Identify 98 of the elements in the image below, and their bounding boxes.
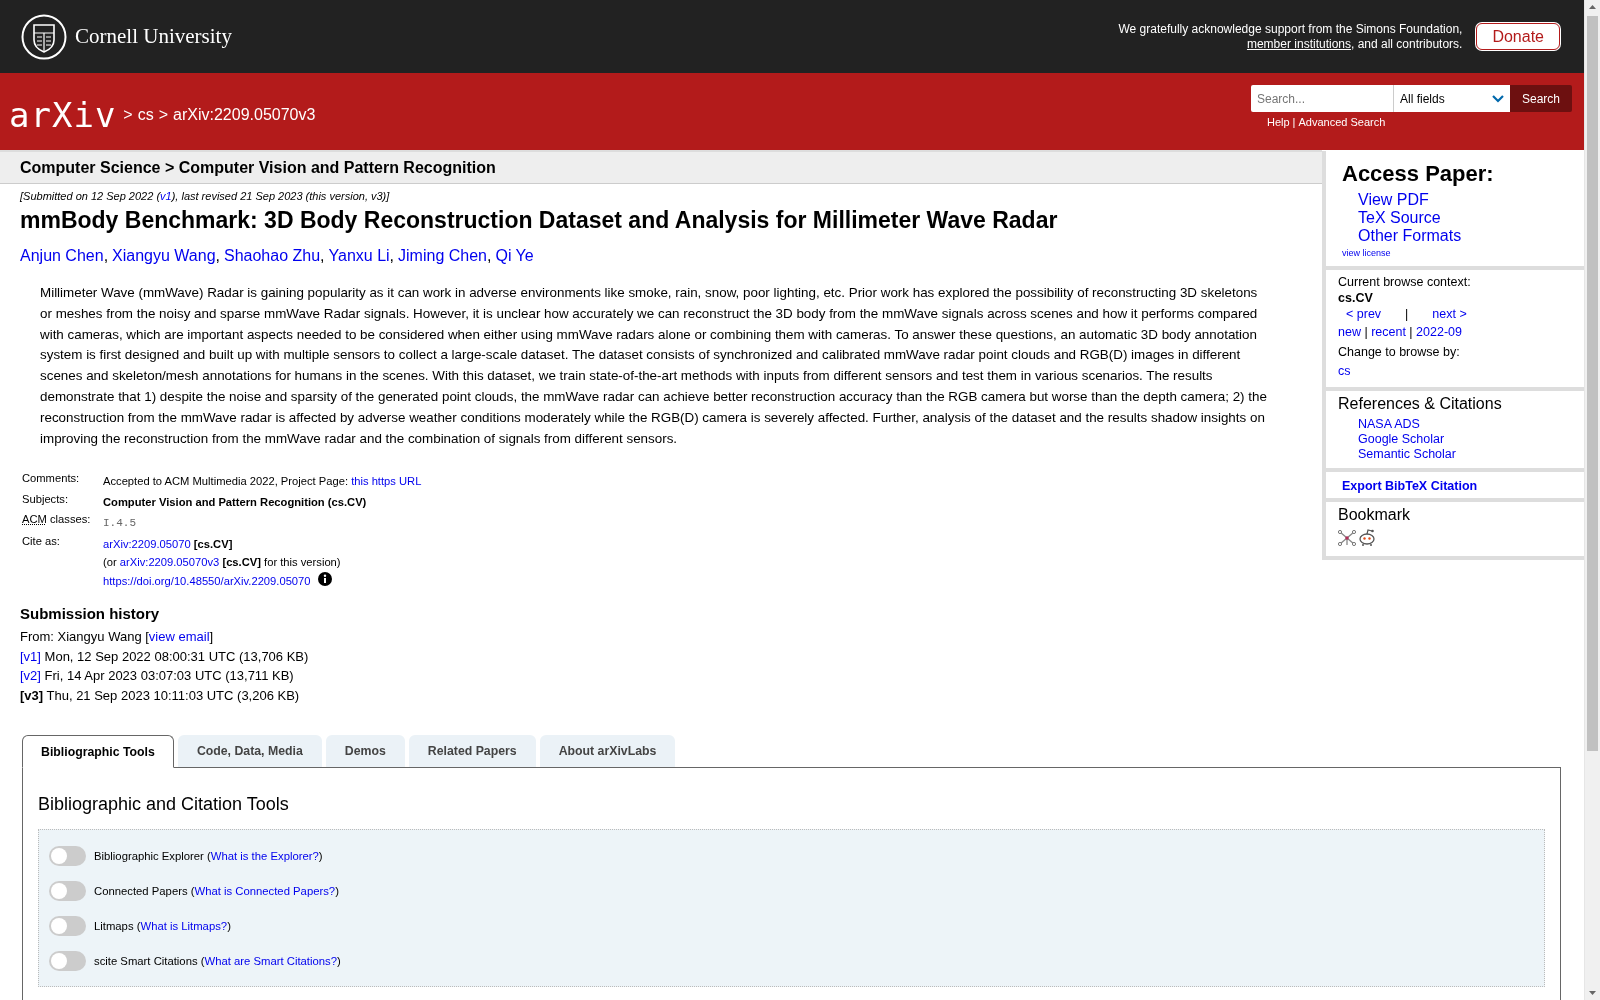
acknowledgement-text: We gratefully acknowledge support from the Simons Foundation, member institutions, and all contributors. <box>1117 21 1463 52</box>
version-link[interactable]: v1 <box>160 190 172 202</box>
breadcrumb-link[interactable]: arXiv:2209.05070v3 <box>173 105 316 124</box>
browse-context: cs.CV <box>1338 290 1374 306</box>
list-link[interactable]: recent <box>1371 325 1406 339</box>
list-link[interactable]: new <box>1338 325 1361 339</box>
tab[interactable]: Demos <box>325 735 405 768</box>
text-link[interactable]: https://doi.org/10.48550/arXiv.2209.05070 <box>103 574 311 587</box>
text-link[interactable]: arXiv:2209.05070v3 <box>119 556 220 569</box>
search-field[interactable]: Search... <box>1250 85 1393 112</box>
format-link[interactable]: TeX Source <box>1358 209 1441 227</box>
author-link[interactable]: Xiangyu Wang <box>112 247 216 264</box>
panel-heading: Bibliographic and Citation Tools <box>38 794 290 816</box>
paper-title: mmBody Benchmark: 3D Body Reconstruction Dataset and Analysis for Millimeter Wave Radar <box>20 206 1059 235</box>
text-link[interactable]: What is Litmaps? <box>140 919 228 932</box>
browse-label: Current browse context: <box>1338 274 1472 290</box>
university-name: Cornell University <box>75 24 232 49</box>
link-separator: | <box>1292 116 1296 128</box>
seal-icon <box>21 13 67 60</box>
arxiv-logo[interactable]: arXiv <box>9 94 117 135</box>
text-link[interactable]: arXiv:2209.05070 <box>103 537 191 550</box>
tool-label: scite Smart Citations (What are Smart Citations?) <box>94 954 341 967</box>
reference-link[interactable]: Semantic Scholar <box>1358 447 1456 462</box>
text-link[interactable]: What are Smart Citations? <box>204 954 337 967</box>
text-link[interactable]: [v2] <box>20 668 41 684</box>
box-heading: References & Citations <box>1338 395 1502 413</box>
author-separator: , <box>215 247 220 264</box>
author-separator: , <box>389 247 395 264</box>
text-link[interactable]: What is the Explorer? <box>210 849 319 862</box>
list-link[interactable]: 2022-09 <box>1416 325 1462 339</box>
tab[interactable]: Code, Data, Media <box>177 735 322 768</box>
tab[interactable]: About arXivLabs <box>539 735 676 768</box>
text-link[interactable]: [v1] <box>20 648 41 664</box>
author-link[interactable]: Yanxu Li <box>328 247 390 264</box>
author-separator: , <box>103 247 109 264</box>
category-link[interactable]: cs <box>1338 363 1574 379</box>
author-link[interactable]: Qi Ye <box>495 247 534 264</box>
tool-label: Connected Papers (What is Connected Papers?) <box>94 884 339 897</box>
history-entry: [v3] Thu, 21 Sep 2023 10:11:03 UTC (3,206 KB) <box>20 687 300 703</box>
scrollbar[interactable] <box>1584 0 1600 1000</box>
reference-link[interactable]: Google Scholar <box>1358 432 1445 447</box>
tab[interactable]: Related Papers <box>408 735 536 768</box>
metadata-label: Subjects: <box>21 491 70 507</box>
reference-link[interactable]: NASA ADS <box>1358 417 1420 432</box>
metadata-value: (or arXiv:2209.05070v3 [cs.CV] for this version) <box>103 556 341 569</box>
author-separator: , <box>320 247 325 264</box>
box-heading: Bookmark <box>1338 506 1412 524</box>
network-icon[interactable] <box>1338 530 1356 546</box>
tab[interactable]: Bibliographic Tools <box>22 735 174 769</box>
link-separator: | <box>1405 306 1409 322</box>
search-button[interactable]: Search <box>1509 85 1572 112</box>
format-link[interactable]: View PDF <box>1358 191 1429 209</box>
toggle-switch[interactable] <box>49 915 86 936</box>
toggle-switch[interactable] <box>49 845 86 866</box>
tool-label: Bibliographic Explorer (What is the Explorer?) <box>94 849 323 862</box>
history-entry: [v2] Fri, 14 Apr 2023 03:07:03 UTC (13,711 KB) <box>20 668 294 684</box>
metadata-value: Computer Vision and Pattern Recognition (cs.CV) <box>103 495 367 508</box>
history-entry: From: Xiangyu Wang [view email] <box>20 629 214 645</box>
metadata-label: Comments: <box>21 471 81 487</box>
category-path: Computer Science > Computer Vision and Pattern Recognition <box>20 158 496 177</box>
author-link[interactable]: Anjun Chen <box>20 247 104 264</box>
donate-button[interactable]: Donate <box>1476 23 1560 50</box>
export-bibtex-link[interactable]: Export BibTeX Citation <box>1342 479 1478 493</box>
browse-label: Change to browse by: <box>1338 344 1461 360</box>
abstract-text: Millimeter Wave (mmWave) Radar is gaining popularity as it can work in adverse environments like smoke, rain, snow, poor lighting, etc. Prior work has explored the possibility of reconstructing 3D skeletons or meshes from the noisy and sparse mmWave Radar signals. However, it is unclear how accurately we can reconstruct the 3D body from the mmWave signals across scenes and how it performs compared with cameras, which are important aspects needed to be considered when either using mmWave radars alone or combining them with cameras. To answer these questions, an automatic 3D body annotation system is first designed and built up with multiple sensors to collect a large-scale dataset. The dataset consists of synchronized and calibrated mmWave radar point clouds and RGB(D) images in different scenes and skeleton/mesh annotations for humans in the scenes. With this dataset, we train state-of-the-art methods with inputs from different sensors and test them in various scenarios. The results demonstrate that 1) despite the noise and sparsity of the generated point clouds, the mmWave radar can achieve better reconstruction accuracy than the RGB camera but worse than the depth camera; 2) the reconstruction from the mmWave radar is affected by adverse weather conditions moderately while the RGB(D) camera is severely affected. Further, analysis of the dataset and the results shadow insights on improving the reconstruction from the mmWave radar and the combination of signals from different sensors. <box>40 284 1268 448</box>
search-help-link[interactable]: Advanced Search <box>1298 116 1386 128</box>
format-link[interactable]: Other Formats <box>1358 227 1462 245</box>
breadcrumb-separator: > <box>123 105 133 124</box>
license-link[interactable]: view license <box>1342 248 1391 258</box>
breadcrumb-separator: > <box>158 105 169 124</box>
author-link[interactable]: Shaohao Zhu <box>224 247 321 264</box>
submission-dateline: [Submitted on 12 Sep 2022 (v1), last revised 21 Sep 2023 (this version, v3)] <box>20 190 391 202</box>
field-dropdown[interactable]: All fields <box>1392 85 1510 112</box>
breadcrumb-link[interactable]: cs <box>137 105 154 124</box>
box-heading: Access Paper: <box>1342 161 1494 187</box>
text-link[interactable]: this https URL <box>351 475 422 488</box>
history-entry: [v1] Mon, 12 Sep 2022 08:00:31 UTC (13,706 KB) <box>20 648 309 664</box>
member-institutions-link[interactable]: member institutions <box>1246 36 1351 51</box>
text-link[interactable]: What is Connected Papers? <box>194 884 336 897</box>
robot-icon[interactable] <box>1358 528 1376 546</box>
metadata-value: I.4.5 <box>103 516 136 529</box>
next-link[interactable]: next > <box>1432 306 1467 322</box>
author-separator: , <box>487 247 492 264</box>
metadata-label: ACM classes: <box>21 512 92 528</box>
author-link[interactable]: Jiming Chen <box>398 247 487 264</box>
metadata-value: Accepted to ACM Multimedia 2022, Project Page: this https URL <box>103 475 422 488</box>
search-help-link[interactable]: Help <box>1266 116 1290 128</box>
metadata-label: Cite as: <box>21 533 61 549</box>
metadata-value: arXiv:2209.05070 [cs.CV] <box>103 537 233 550</box>
chevron-down-icon <box>1491 94 1504 103</box>
tool-label: Litmaps (What is Litmaps?) <box>94 919 231 932</box>
link-separator: | <box>1408 325 1414 339</box>
section-heading: Submission history <box>20 605 161 623</box>
toggle-switch[interactable] <box>49 880 86 901</box>
prev-link[interactable]: < prev <box>1346 306 1382 322</box>
link-separator: | <box>1363 325 1369 339</box>
info-icon[interactable] <box>317 571 332 586</box>
toggle-switch[interactable] <box>49 950 86 971</box>
